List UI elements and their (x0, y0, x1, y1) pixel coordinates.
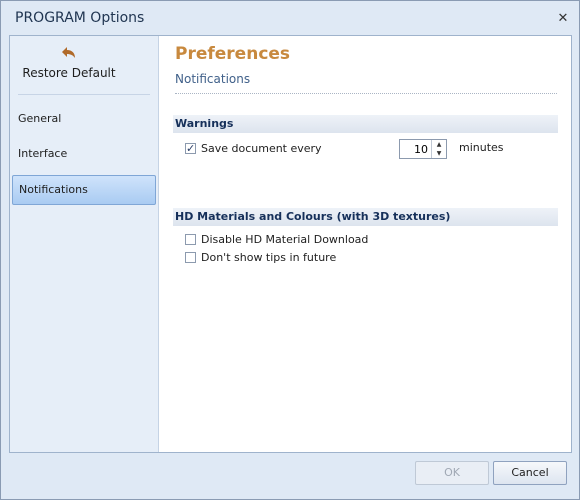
disable-hd-download-checkbox[interactable] (185, 234, 196, 245)
sidebar-item-notifications[interactable]: Notifications (12, 175, 156, 205)
options-window: PROGRAM Options ✕ Restore Default Genera… (0, 0, 580, 500)
title-divider (175, 93, 557, 94)
section-header-warnings: Warnings (173, 115, 558, 133)
dont-show-tips-checkbox[interactable] (185, 252, 196, 263)
restore-default-label: Restore Default (22, 66, 116, 80)
save-interval-input[interactable] (400, 140, 430, 158)
content-panel: Preferences Notifications Warnings Save … (159, 36, 571, 452)
close-icon[interactable]: ✕ (555, 11, 571, 27)
section-header-hd-materials: HD Materials and Colours (with 3D textur… (173, 208, 558, 226)
window-title: PROGRAM Options (15, 10, 145, 26)
page-subtitle: Notifications (175, 72, 251, 86)
stepper-buttons: ▲ ▼ (431, 140, 446, 158)
interval-unit-label: minutes (459, 141, 504, 154)
undo-arrow-icon (62, 47, 75, 58)
dont-show-tips-label: Don't show tips in future (201, 251, 337, 264)
stepper-down-icon[interactable]: ▼ (432, 149, 446, 158)
save-interval-stepper: ▲ ▼ (399, 139, 447, 159)
sidebar: Restore Default General Interface Notifi… (10, 36, 159, 452)
sidebar-item-general[interactable]: General (12, 104, 156, 134)
cancel-button[interactable]: Cancel (493, 461, 567, 485)
title-bar: PROGRAM Options ✕ (1, 1, 579, 35)
restore-default-button[interactable]: Restore Default (10, 36, 158, 94)
sidebar-item-interface[interactable]: Interface (12, 139, 156, 169)
stepper-up-icon[interactable]: ▲ (432, 140, 446, 149)
save-document-label: Save document every (201, 142, 322, 155)
sidebar-separator (18, 94, 150, 95)
ok-button[interactable]: OK (415, 461, 489, 485)
save-document-checkbox[interactable] (185, 141, 196, 157)
page-title: Preferences (175, 44, 291, 64)
client-area: Restore Default General Interface Notifi… (9, 35, 572, 453)
disable-hd-download-label: Disable HD Material Download (201, 233, 369, 246)
